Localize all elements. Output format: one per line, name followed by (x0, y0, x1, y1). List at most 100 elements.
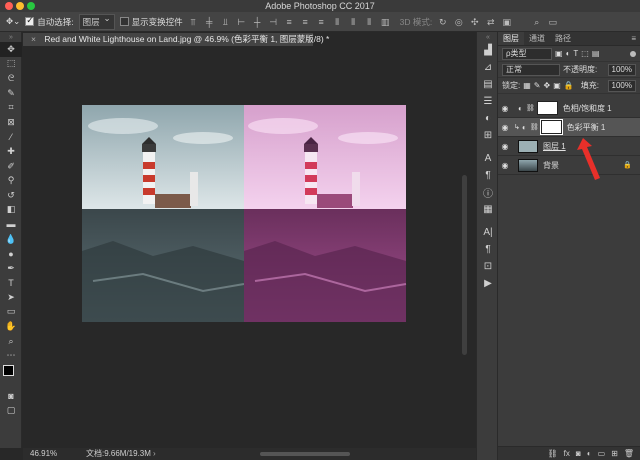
quick-select-tool-icon[interactable]: ✎ (0, 86, 22, 101)
text-icon[interactable]: A| (477, 224, 499, 241)
document-tab[interactable]: × Red and White Lighthouse on Land.jpg @… (23, 33, 329, 46)
history-icon[interactable]: ▤ (477, 76, 499, 93)
eyedropper-tool-icon[interactable]: ⁄ (0, 130, 22, 145)
histogram-icon[interactable]: ▟ (477, 42, 499, 59)
visibility-eye-icon[interactable]: ◉ (498, 161, 512, 170)
distribute-vcenter-icon[interactable]: ≡ (300, 17, 311, 27)
align-bottom-icon[interactable]: ⫫ (220, 17, 231, 27)
move-tool-preset-icon[interactable]: ✥⌄ (6, 16, 20, 27)
filter-smart-icon[interactable]: ▤ (592, 49, 600, 58)
layer-row-background[interactable]: ◉ 背景 🔒 (498, 156, 640, 175)
zoom-tool-icon[interactable]: ⌕ (0, 334, 22, 349)
paragraph-icon[interactable]: ¶ (477, 167, 499, 184)
lasso-tool-icon[interactable]: ᘓ (0, 71, 22, 86)
close-tab-icon[interactable]: × (31, 34, 36, 44)
align-top-icon[interactable]: ⫪ (188, 17, 199, 27)
zoom-level[interactable]: 46.91% (30, 448, 57, 460)
blend-mode-dropdown[interactable]: 正常 (502, 63, 560, 76)
layer-mask-thumbnail[interactable] (539, 119, 563, 135)
search-icon[interactable]: ⌕ (531, 17, 542, 27)
pen-tool-icon[interactable]: ✒ (0, 261, 22, 276)
tab-layers[interactable]: 图层 (498, 32, 524, 45)
layer-row-hue-saturation[interactable]: ◉ ◐ ⛓ 色相/饱和度 1 (498, 99, 640, 118)
minimize-window-button[interactable] (16, 2, 24, 10)
layer-thumbnail[interactable] (518, 158, 538, 172)
navigator-icon[interactable]: ⊿ (477, 59, 499, 76)
color-swatches[interactable] (0, 363, 22, 389)
move-tool-icon[interactable]: ✥ (0, 42, 22, 57)
clone-stamp-tool-icon[interactable]: ⚲ (0, 173, 22, 188)
new-layer-icon[interactable]: ⊞ (611, 449, 618, 458)
glyphs-icon[interactable]: ¶ (477, 241, 499, 258)
toolbox-collapse-icon[interactable]: » (0, 32, 22, 42)
rectangle-tool-icon[interactable]: ▭ (0, 305, 22, 320)
filter-toggle-icon[interactable] (630, 50, 636, 57)
new-group-icon[interactable]: ▭ (598, 449, 606, 458)
lock-position-icon[interactable]: ✥ (544, 81, 551, 90)
layer-comps-icon[interactable]: ⊡ (477, 258, 499, 275)
align-vcenter-icon[interactable]: ╪ (204, 17, 215, 27)
eraser-tool-icon[interactable]: ◧ (0, 203, 22, 218)
3d-camera-icon[interactable]: ▣ (501, 17, 512, 27)
character-icon[interactable]: A (477, 150, 499, 167)
swatches-icon[interactable]: ▦ (477, 201, 499, 218)
frame-tool-icon[interactable]: ⊠ (0, 115, 22, 130)
distribute-left-icon[interactable]: ⦀ (332, 17, 343, 27)
distribute-top-icon[interactable]: ≡ (284, 17, 295, 27)
opacity-input[interactable]: 100% (607, 63, 636, 76)
add-mask-icon[interactable]: ◙ (576, 449, 581, 458)
layer-mask-thumbnail[interactable] (536, 101, 558, 115)
link-layers-icon[interactable]: ⛓ (548, 449, 558, 458)
panel-menu-icon[interactable]: ≡ (631, 32, 636, 45)
layer-filter-dropdown[interactable]: ρ类型 (502, 47, 552, 60)
dodge-tool-icon[interactable]: ● (0, 246, 22, 261)
crop-tool-icon[interactable]: ⌗ (0, 100, 22, 115)
type-tool-icon[interactable]: T (0, 276, 22, 291)
auto-align-icon[interactable]: ▥ (380, 17, 391, 27)
foreground-color-swatch[interactable] (3, 365, 14, 377)
hand-tool-icon[interactable]: ✋ (0, 319, 22, 334)
filter-type-icon[interactable]: T (573, 49, 578, 58)
3d-slide-icon[interactable]: ⇄ (485, 17, 496, 27)
lock-paint-icon[interactable]: ✎ (534, 81, 541, 90)
auto-select-checkbox[interactable]: 自动选择: (25, 15, 74, 28)
tab-channels[interactable]: 通道 (524, 32, 550, 45)
info-icon[interactable]: ⓘ (477, 184, 499, 201)
align-hcenter-icon[interactable]: ┼ (252, 17, 263, 27)
brush-settings-icon[interactable]: ☰ (477, 93, 499, 110)
filter-pixel-icon[interactable]: ▣ (555, 49, 563, 58)
zoom-window-button[interactable] (27, 2, 35, 10)
lock-pixels-icon[interactable]: ▦ (523, 81, 531, 90)
link-chain-icon[interactable]: ⛓ (530, 123, 539, 131)
history-brush-tool-icon[interactable]: ↺ (0, 188, 22, 203)
visibility-eye-icon[interactable]: ◉ (498, 104, 512, 113)
distribute-hcenter-icon[interactable]: ⦀ (348, 17, 359, 27)
filter-shape-icon[interactable]: ⬚ (581, 49, 589, 58)
3d-roll-icon[interactable]: ◎ (453, 17, 464, 27)
layer-row-layer1[interactable]: ◉ 图层 1 (498, 137, 640, 156)
3d-pan-icon[interactable]: ✣ (469, 17, 480, 27)
workspace-icon[interactable]: ▭ (547, 17, 558, 27)
close-window-button[interactable] (5, 2, 13, 10)
link-chain-icon[interactable]: ⛓ (526, 104, 535, 112)
new-adjustment-icon[interactable]: ◐ (587, 449, 592, 458)
visibility-eye-icon[interactable]: ◉ (498, 123, 512, 132)
adjustments-icon[interactable]: ◐ (477, 110, 499, 127)
lock-artboard-icon[interactable]: ▣ (553, 81, 561, 90)
distribute-right-icon[interactable]: ⦀ (364, 17, 375, 27)
filter-adjust-icon[interactable]: ◐ (566, 49, 571, 58)
vertical-scrollbar[interactable] (462, 175, 467, 355)
status-menu-icon[interactable]: › (153, 448, 156, 460)
align-left-icon[interactable]: ⊢ (236, 17, 247, 27)
blur-tool-icon[interactable]: 💧 (0, 232, 22, 247)
properties-icon[interactable]: ⊞ (477, 127, 499, 144)
gradient-tool-icon[interactable]: ▬ (0, 217, 22, 232)
quick-mask-icon[interactable]: ◙ (0, 389, 22, 404)
align-right-icon[interactable]: ⊣ (268, 17, 279, 27)
dock-collapse-icon[interactable]: « (477, 32, 499, 42)
auto-select-dropdown[interactable]: 图层 (78, 13, 115, 30)
fill-input[interactable]: 100% (607, 79, 636, 92)
visibility-eye-icon[interactable]: ◉ (498, 142, 512, 151)
screen-mode-icon[interactable]: ▢ (0, 404, 22, 419)
lock-all-icon[interactable]: 🔒 (564, 81, 574, 90)
